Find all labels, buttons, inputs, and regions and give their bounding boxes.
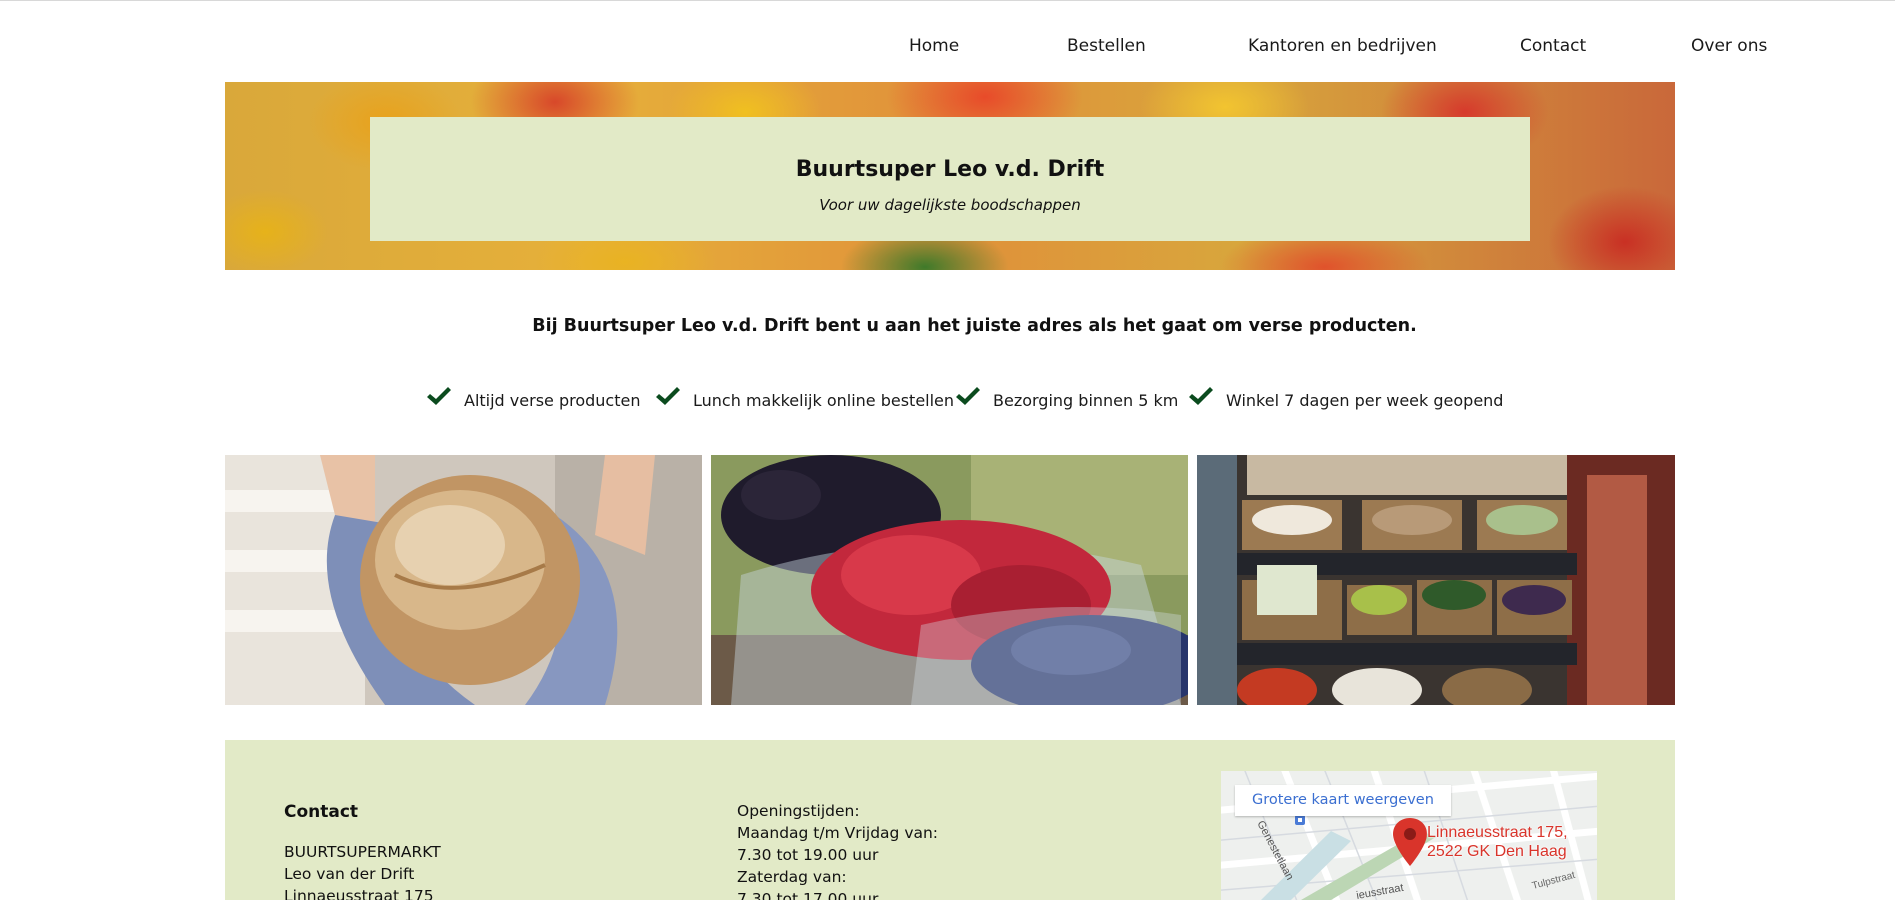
nav-kantoren-en-bedrijven[interactable]: Kantoren en bedrijven [1248, 36, 1437, 56]
intro-text: Bij Buurtsuper Leo v.d. Drift bent u aan… [532, 316, 1417, 336]
nav-over-ons[interactable]: Over ons [1691, 36, 1767, 56]
feature-label: Winkel 7 dagen per week geopend [1226, 391, 1504, 410]
hours-line: Zaterdag van: [737, 868, 847, 886]
hours-line: 7.30 tot 19.00 uur [737, 846, 879, 864]
footer: Contact BUURTSUPERMARKT Leo van der Drif… [225, 740, 1675, 900]
contact-line: Leo van der Drift [284, 865, 415, 883]
vegetable-shelf-photo [1197, 455, 1675, 705]
contact-line: BUURTSUPERMARKT [284, 843, 441, 861]
checkmark-icon [656, 387, 680, 405]
map-address-label: Linnaeusstraat 175, 2522 GK Den Haag [1427, 823, 1568, 861]
contact-line: Linnaeusstraat 175 [284, 887, 434, 900]
nav-bestellen[interactable]: Bestellen [1067, 36, 1146, 56]
larger-map-link[interactable]: Grotere kaart weergeven [1235, 785, 1451, 816]
checkmark-icon [956, 387, 980, 405]
hero-card: Buurtsuper Leo v.d. Drift Voor uw dageli… [370, 117, 1530, 241]
hero-banner: Buurtsuper Leo v.d. Drift Voor uw dageli… [225, 82, 1675, 270]
feature-label: Bezorging binnen 5 km [993, 391, 1179, 410]
contact-heading: Contact [284, 802, 359, 822]
hours-line: Maandag t/m Vrijdag van: [737, 824, 939, 842]
feature-label: Altijd verse producten [464, 391, 641, 410]
map-address-line: 2522 GK Den Haag [1427, 843, 1567, 860]
hours-line: 7.30 tot 17.00 uur [737, 890, 879, 900]
top-border [0, 0, 1895, 1]
map-embed[interactable]: Genestetlaan Tulpstraat ieusstraat Grote… [1221, 771, 1597, 900]
main-nav: Home Bestellen Kantoren en bedrijven Con… [0, 36, 1895, 60]
map-address-line: Linnaeusstraat 175, [1427, 824, 1568, 841]
site-title: Buurtsuper Leo v.d. Drift [795, 157, 1105, 182]
berries-photo [711, 455, 1188, 705]
feature-list: Altijd verse producten Lunch makkelijk o… [0, 386, 1895, 416]
bread-photo [225, 455, 702, 705]
nav-home[interactable]: Home [909, 36, 959, 56]
nav-contact[interactable]: Contact [1520, 36, 1586, 56]
feature-label: Lunch makkelijk online bestellen [693, 391, 955, 410]
site-tagline: Voor uw dagelijkste boodschappen [819, 196, 1081, 214]
hours-line: Openingstijden: [737, 802, 860, 820]
checkmark-icon [427, 387, 451, 405]
checkmark-icon [1189, 387, 1213, 405]
map-marker-icon[interactable] [1393, 818, 1427, 866]
